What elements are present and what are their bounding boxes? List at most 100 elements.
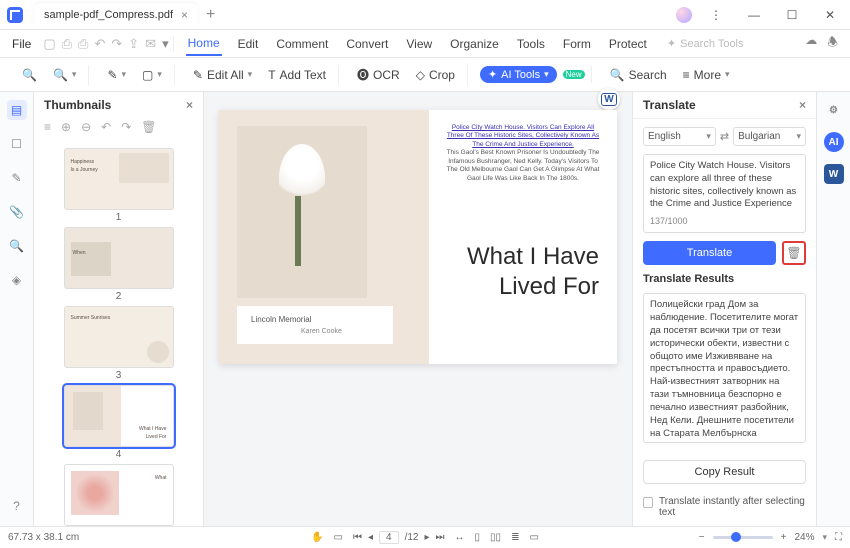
tab-form[interactable]: Form [561, 33, 593, 55]
account-orb-icon[interactable] [676, 7, 692, 23]
more-button[interactable]: ≡ More▾ [677, 65, 736, 85]
instant-translate-checkbox[interactable] [643, 497, 653, 508]
thumbnail-page-5[interactable]: What [64, 464, 174, 526]
search-button[interactable]: 🔍 Search [604, 65, 673, 85]
share-icon[interactable]: ⇪ [128, 36, 139, 52]
thumbnail-page-2[interactable]: When 2 [64, 227, 174, 302]
zoom-out-icon[interactable]: 🔍 [16, 65, 43, 85]
select-tool-icon[interactable]: ▭ [334, 532, 343, 543]
thumbnail-page-4[interactable]: What I HaveLived For 4 [64, 385, 174, 460]
bookmarks-rail-icon[interactable]: ☐ [7, 134, 27, 154]
first-page-icon[interactable]: ⏮ [353, 532, 362, 543]
read-mode-icon[interactable]: ▭ [529, 532, 538, 543]
canvas[interactable]: W Lincoln Memorial Karen Cooke Police Ci… [204, 92, 632, 526]
instant-translate-label: Translate instantly after selecting text [659, 496, 806, 518]
clear-button[interactable]: 🗑 [782, 241, 806, 265]
add-text-button[interactable]: T Add Text [262, 65, 332, 85]
minimize-icon[interactable]: — [740, 1, 768, 29]
titlebar: sample-pdf_Compress.pdf × + ⋮ — ☐ ✕ [0, 0, 850, 30]
page-navigator: ⏮ ◂ 4 /12 ▸ ⏭ [353, 531, 445, 544]
thumbnail-page-3[interactable]: Summer Sunrises 3 [64, 306, 174, 381]
tab-view[interactable]: View [404, 33, 434, 55]
ocr-button[interactable]: 🅞 OCR [351, 63, 406, 86]
continuous-icon[interactable]: ≣ [511, 532, 519, 543]
file-menu[interactable]: File [6, 37, 37, 51]
thumbnails-rail-icon[interactable]: ▤ [7, 100, 27, 120]
zoom-slider[interactable] [713, 536, 773, 539]
menubar: File ▢ ⎙ ⎙ ↶ ↷ ⇪ ✉ ▾ Home Edit Comment C… [0, 30, 850, 58]
highlighter-icon[interactable]: ✎▾ [101, 65, 132, 85]
zoom-in-status-icon[interactable]: + [781, 532, 787, 543]
source-text-box[interactable]: Police City Watch House. Visitors can ex… [643, 154, 806, 233]
maximize-icon[interactable]: ☐ [778, 1, 806, 29]
copy-result-button[interactable]: Copy Result [643, 460, 806, 484]
hand-tool-icon[interactable]: ✋ [311, 532, 323, 543]
lang-to-select[interactable]: Bulgarian▾ [733, 127, 806, 146]
tab-convert[interactable]: Convert [344, 33, 390, 55]
zoom-out-status-icon[interactable]: − [699, 532, 705, 543]
page-view[interactable]: Lincoln Memorial Karen Cooke Police City… [219, 110, 617, 364]
ai-rail-icon[interactable]: AI [824, 132, 844, 152]
close-window-icon[interactable]: ✕ [816, 1, 844, 29]
thumb-rotate-left-icon[interactable]: ↶ [101, 120, 111, 134]
tab-home[interactable]: Home [186, 32, 222, 56]
next-page-icon[interactable]: ▸ [425, 532, 430, 543]
bell-icon[interactable]: 🕭 [827, 33, 838, 54]
cloud-icon[interactable]: ☁ [805, 33, 817, 54]
tab-edit[interactable]: Edit [236, 33, 261, 55]
redo-icon[interactable]: ↷ [111, 36, 122, 52]
tab-protect[interactable]: Protect [607, 33, 649, 55]
thumbnails-tools: ≡ ⊕ ⊖ ↶ ↷ 🗑 [34, 118, 203, 140]
statusbar: 67.73 x 38.1 cm ✋ ▭ ⏮ ◂ 4 /12 ▸ ⏭ ↔ ▯ ▯▯… [0, 526, 850, 548]
settings-rail-icon[interactable]: ⚙ [824, 100, 844, 120]
tab-organize[interactable]: Organize [448, 33, 501, 55]
tab-tools[interactable]: Tools [515, 33, 547, 55]
lang-from-select[interactable]: English▾ [643, 127, 716, 146]
right-rail: ⚙ AI W [816, 92, 850, 526]
comments-rail-icon[interactable]: ✎ [7, 168, 27, 188]
kebab-icon[interactable]: ⋮ [702, 1, 730, 29]
single-page-icon[interactable]: ▯ [475, 532, 481, 543]
fit-width-icon[interactable]: ↔ [455, 532, 465, 543]
thumb-delete-icon[interactable]: 🗑 [141, 120, 156, 134]
mail-icon[interactable]: ✉ [145, 36, 156, 52]
swap-languages-icon[interactable]: ⇄ [720, 130, 729, 143]
prev-page-icon[interactable]: ◂ [368, 532, 373, 543]
new-tab-button[interactable]: + [206, 6, 215, 24]
help-rail-icon[interactable]: ? [7, 496, 27, 516]
close-tab-icon[interactable]: × [181, 8, 188, 22]
search-rail-icon[interactable]: 🔍 [7, 236, 27, 256]
save-icon[interactable]: ⎙ [62, 36, 72, 52]
sparkle-icon: ✦ [667, 37, 676, 50]
results-box[interactable]: Полицейски град Дом за наблюдение. Посет… [643, 293, 806, 443]
word-export-icon[interactable]: W [598, 88, 620, 110]
shape-icon[interactable]: ▢▾ [136, 65, 168, 85]
translate-button[interactable]: Translate [643, 241, 776, 265]
undo-icon[interactable]: ↶ [94, 36, 105, 52]
thumb-rotate-right-icon[interactable]: ↷ [121, 120, 131, 134]
page-total: /12 [405, 532, 419, 543]
open-icon[interactable]: ▢ [43, 36, 55, 52]
thumb-list-icon[interactable]: ≡ [44, 120, 51, 134]
attachments-rail-icon[interactable]: 📎 [7, 202, 27, 222]
last-page-icon[interactable]: ⏭ [436, 532, 445, 543]
thumbnail-page-1[interactable]: HappinessIs a Journey 1 [64, 148, 174, 223]
layers-rail-icon[interactable]: ◈ [7, 270, 27, 290]
word-rail-icon[interactable]: W [824, 164, 844, 184]
close-thumbnails-icon[interactable]: × [186, 98, 193, 112]
search-tools[interactable]: ✦ Search Tools [667, 37, 744, 50]
ai-tools-button[interactable]: ✦ AI Tools▾ [480, 66, 557, 83]
close-translate-icon[interactable]: × [799, 98, 806, 112]
two-page-icon[interactable]: ▯▯ [490, 532, 501, 543]
thumb-zoomin-icon[interactable]: ⊕ [61, 120, 71, 134]
page-number-input[interactable]: 4 [379, 531, 399, 544]
thumb-zoomout-icon[interactable]: ⊖ [81, 120, 91, 134]
document-tab[interactable]: sample-pdf_Compress.pdf × [34, 3, 198, 27]
edit-all-button[interactable]: ✎ Edit All▾ [187, 65, 258, 85]
fullscreen-icon[interactable]: ⛶ [835, 532, 842, 543]
tab-comment[interactable]: Comment [274, 33, 330, 55]
print-icon[interactable]: ⎙ [78, 36, 88, 52]
zoom-in-icon[interactable]: 🔍▾ [47, 65, 82, 85]
caption-box: Lincoln Memorial Karen Cooke [237, 306, 393, 344]
crop-button[interactable]: ◇ Crop [410, 65, 461, 85]
